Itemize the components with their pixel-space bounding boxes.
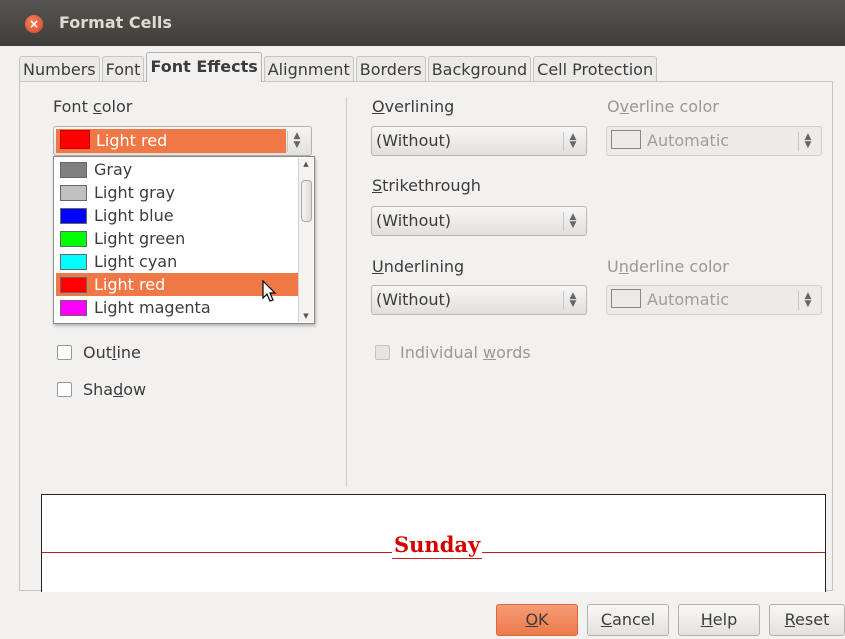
color-swatch — [611, 289, 641, 308]
window-title: Format Cells — [59, 13, 172, 32]
spin-arrows-icon[interactable]: ▲ ▼ — [287, 131, 306, 152]
color-swatch — [60, 185, 87, 201]
list-item[interactable]: Light cyan — [56, 250, 298, 273]
list-item[interactable]: Gray — [56, 158, 298, 181]
tab-bar: Numbers Font Font Effects Alignment Bord… — [19, 52, 659, 82]
spin-arrows-icon[interactable]: ▲ ▼ — [563, 132, 582, 151]
divider — [346, 97, 347, 487]
reset-button[interactable]: Reset — [769, 604, 845, 636]
help-button[interactable]: Help — [678, 604, 760, 636]
tab-font[interactable]: Font — [101, 56, 145, 82]
title-bar: × Format Cells — [0, 0, 845, 46]
tab-cell-protection[interactable]: Cell Protection — [533, 56, 658, 82]
spin-arrows-icon: ▲ ▼ — [798, 132, 817, 151]
list-item[interactable]: Light green — [56, 227, 298, 250]
strikethrough-select[interactable]: (Without) ▲ ▼ — [371, 206, 587, 236]
list-item[interactable]: Light blue — [56, 204, 298, 227]
overlining-select[interactable]: (Without) ▲ ▼ — [371, 126, 587, 156]
outline-checkbox[interactable] — [57, 345, 72, 360]
color-swatch — [60, 208, 87, 224]
font-color-label: Font color — [53, 97, 133, 116]
underline-color-label: Underline color — [607, 257, 729, 276]
strikethrough-label: Strikethrough — [372, 176, 481, 195]
shadow-checkbox[interactable] — [57, 382, 72, 397]
preview-text: Sunday — [392, 531, 483, 559]
underlining-select[interactable]: (Without) ▲ ▼ — [371, 285, 587, 315]
spin-arrows-icon[interactable]: ▲ ▼ — [563, 291, 582, 310]
cancel-button[interactable]: Cancel — [587, 604, 669, 636]
color-swatch — [611, 130, 641, 149]
list-scrollbar[interactable]: ▲ ▼ — [298, 158, 313, 322]
spin-arrows-icon[interactable]: ▲ ▼ — [563, 212, 582, 231]
close-icon[interactable]: × — [25, 15, 43, 33]
scroll-down-icon[interactable]: ▼ — [299, 310, 313, 322]
tab-font-effects[interactable]: Font Effects — [146, 52, 262, 82]
font-color-selected: Light red — [56, 129, 286, 153]
overline-color-select: Automatic ▲ ▼ — [606, 126, 822, 156]
shadow-label: Shadow — [83, 380, 147, 399]
preview-box: Sunday — [41, 494, 826, 592]
color-swatch — [60, 231, 87, 247]
color-swatch — [60, 277, 87, 293]
ok-button[interactable]: OK — [496, 604, 578, 636]
underline-color-select: Automatic ▲ ▼ — [606, 285, 822, 315]
scroll-up-icon[interactable]: ▲ — [299, 158, 313, 170]
color-swatch — [60, 162, 87, 178]
mouse-pointer-icon — [262, 280, 277, 302]
overline-color-label: Overline color — [607, 97, 719, 116]
list-item[interactable]: Light gray — [56, 181, 298, 204]
color-swatch — [60, 300, 87, 316]
tab-borders[interactable]: Borders — [355, 56, 426, 82]
scroll-thumb[interactable] — [301, 180, 312, 222]
color-swatch — [60, 130, 90, 149]
individual-words-checkbox — [375, 345, 390, 360]
overlining-label: Overlining — [372, 97, 455, 116]
color-swatch — [60, 254, 87, 270]
tab-alignment[interactable]: Alignment — [263, 56, 354, 82]
tab-background[interactable]: Background — [427, 56, 532, 82]
spin-arrows-icon: ▲ ▼ — [798, 291, 817, 310]
underlining-label: Underlining — [372, 257, 465, 276]
outline-label: Outline — [83, 343, 141, 362]
font-color-dropdown[interactable]: Light red ▲ ▼ — [53, 126, 312, 156]
tab-numbers[interactable]: Numbers — [19, 56, 100, 82]
individual-words-label: Individual words — [400, 343, 531, 362]
